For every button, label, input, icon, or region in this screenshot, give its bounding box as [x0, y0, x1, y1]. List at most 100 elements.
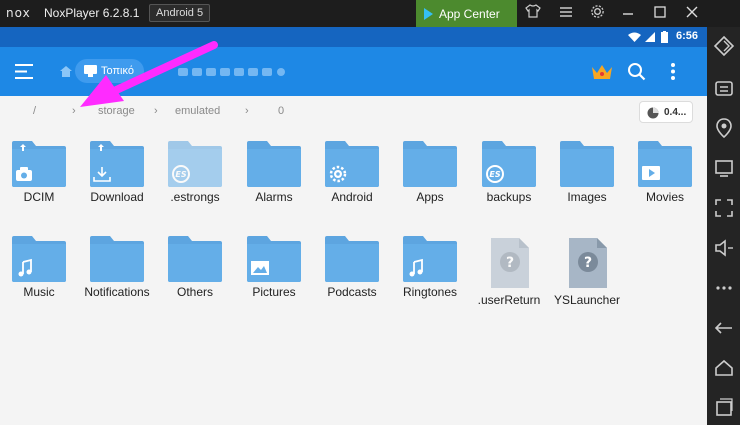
folder-label: Images: [567, 190, 607, 204]
folder-item-apps[interactable]: Apps: [391, 141, 469, 205]
folder-icon: [403, 236, 457, 282]
signal-icon: [645, 32, 655, 42]
keyboard-icon[interactable]: [713, 77, 735, 99]
folder-label: Download: [90, 190, 144, 204]
folder-label: backups: [486, 190, 532, 204]
folder-label: Pictures: [252, 285, 296, 299]
folder-item-movies[interactable]: Movies: [626, 141, 704, 205]
folder-label: Apps: [416, 190, 444, 204]
unknown-file-icon: ?: [491, 238, 529, 288]
app-center-button[interactable]: App Center: [416, 0, 517, 27]
folder-item-android[interactable]: Android: [313, 141, 391, 205]
folder-icon: [560, 141, 614, 187]
folder-label: DCIM: [23, 190, 55, 204]
window-title: NoxPlayer 6.2.8.1: [44, 6, 140, 20]
volume-icon[interactable]: [713, 237, 735, 259]
folder-label: Android: [331, 190, 373, 204]
path-segment-emulated[interactable]: emulated: [175, 105, 220, 117]
folder-icon: [90, 236, 144, 282]
folder-item-music[interactable]: Music: [0, 236, 78, 300]
location-chip[interactable]: Τοπικό: [75, 59, 144, 83]
folder-label: Movies: [645, 190, 684, 204]
folder-label: .estrongs: [170, 190, 220, 204]
folder-icon: [403, 141, 457, 187]
app-center-label: App Center: [439, 7, 500, 21]
crown-icon[interactable]: [591, 63, 613, 81]
folder-item-pictures[interactable]: Pictures: [235, 236, 313, 300]
storage-usage-text: 0.4...: [664, 107, 687, 118]
more-options-icon[interactable]: [670, 62, 676, 81]
folder-icon: [638, 141, 692, 187]
folder-label: Podcasts: [327, 285, 377, 299]
path-segment-root[interactable]: /: [33, 105, 36, 117]
folder-icon: ES: [482, 141, 536, 187]
rotate-screen-icon[interactable]: [713, 35, 735, 57]
nox-logo: nox: [6, 6, 31, 20]
battery-icon: [661, 31, 668, 43]
chevron-right-icon: ›: [154, 105, 158, 117]
minimize-icon[interactable]: [618, 4, 638, 24]
gear-icon[interactable]: [587, 4, 607, 24]
folder-item-backups[interactable]: ES backups: [470, 141, 548, 205]
menu-icon[interactable]: [556, 4, 576, 24]
folder-item-others[interactable]: Others: [156, 236, 234, 300]
folder-label: Alarms: [255, 190, 293, 204]
fullscreen-icon[interactable]: [713, 197, 735, 219]
pie-chart-icon: [647, 107, 659, 119]
folder-item-download[interactable]: Download: [78, 141, 156, 205]
folder-icon: [247, 236, 301, 282]
folder-label: Music: [23, 285, 55, 299]
folder-item-notifications[interactable]: Notifications: [78, 236, 156, 300]
emulator-titlebar: nox NoxPlayer 6.2.8.1 Android 5 App Cent…: [0, 0, 740, 27]
svg-text:ES: ES: [175, 170, 186, 179]
folder-item-dot-estrongs[interactable]: ES .estrongs: [156, 141, 234, 205]
folder-label: YSLauncher: [553, 293, 621, 307]
folder-item-alarms[interactable]: Alarms: [235, 141, 313, 205]
folder-item-images[interactable]: Images: [548, 141, 626, 205]
storage-usage-button[interactable]: 0.4...: [639, 101, 693, 123]
play-store-icon: [424, 8, 433, 20]
svg-text:?: ?: [506, 255, 514, 271]
chevron-right-icon: ›: [245, 105, 249, 117]
folder-label: .userReturn: [477, 293, 541, 307]
more-tools-icon[interactable]: [713, 277, 735, 299]
path-segment-0[interactable]: 0: [278, 105, 284, 117]
home-button-icon[interactable]: [713, 357, 735, 379]
android-status-bar: 6:56: [0, 27, 707, 47]
location-pin-icon[interactable]: [713, 117, 735, 139]
folder-item-ringtones[interactable]: Ringtones: [391, 236, 469, 300]
close-icon[interactable]: [682, 4, 702, 24]
blurred-tabs: [178, 68, 285, 76]
app-toolbar: Τοπικό: [0, 47, 707, 96]
folder-label: Notifications: [84, 285, 150, 299]
folder-item-yslauncher[interactable]: ? YSLauncher: [548, 236, 626, 308]
folder-label: Ringtones: [402, 285, 458, 299]
folder-icon: [168, 236, 222, 282]
emulator-sidebar: [707, 27, 740, 425]
folder-item-dcim[interactable]: DCIM: [0, 141, 78, 205]
home-icon[interactable]: [60, 66, 72, 77]
search-icon[interactable]: [627, 62, 646, 81]
path-bar: / › storage › emulated › 0: [0, 96, 707, 128]
shirt-icon[interactable]: [523, 4, 543, 24]
folder-icon: [247, 141, 301, 187]
screen-record-icon[interactable]: [713, 157, 735, 179]
path-segment-storage[interactable]: storage: [98, 105, 135, 117]
status-time: 6:56: [676, 30, 699, 42]
android-version-badge: Android 5: [149, 4, 211, 22]
back-icon[interactable]: [713, 317, 735, 339]
folder-icon: [90, 141, 144, 187]
folder-item-dot-userreturn[interactable]: ? .userReturn: [470, 236, 548, 308]
svg-text:ES: ES: [489, 170, 500, 179]
chevron-right-icon: ›: [72, 105, 76, 117]
folder-icon: [325, 236, 379, 282]
file-grid: DCIM Download ES .estrongs Alarms Android Apps…: [0, 128, 707, 425]
hamburger-menu-icon[interactable]: [14, 63, 34, 80]
folder-icon: ES: [168, 141, 222, 187]
folder-item-podcasts[interactable]: Podcasts: [313, 236, 391, 300]
wifi-icon: [628, 32, 641, 42]
folder-icon: [325, 141, 379, 187]
maximize-icon[interactable]: [650, 4, 670, 24]
folder-icon: [12, 141, 66, 187]
recent-apps-icon[interactable]: [713, 397, 735, 419]
